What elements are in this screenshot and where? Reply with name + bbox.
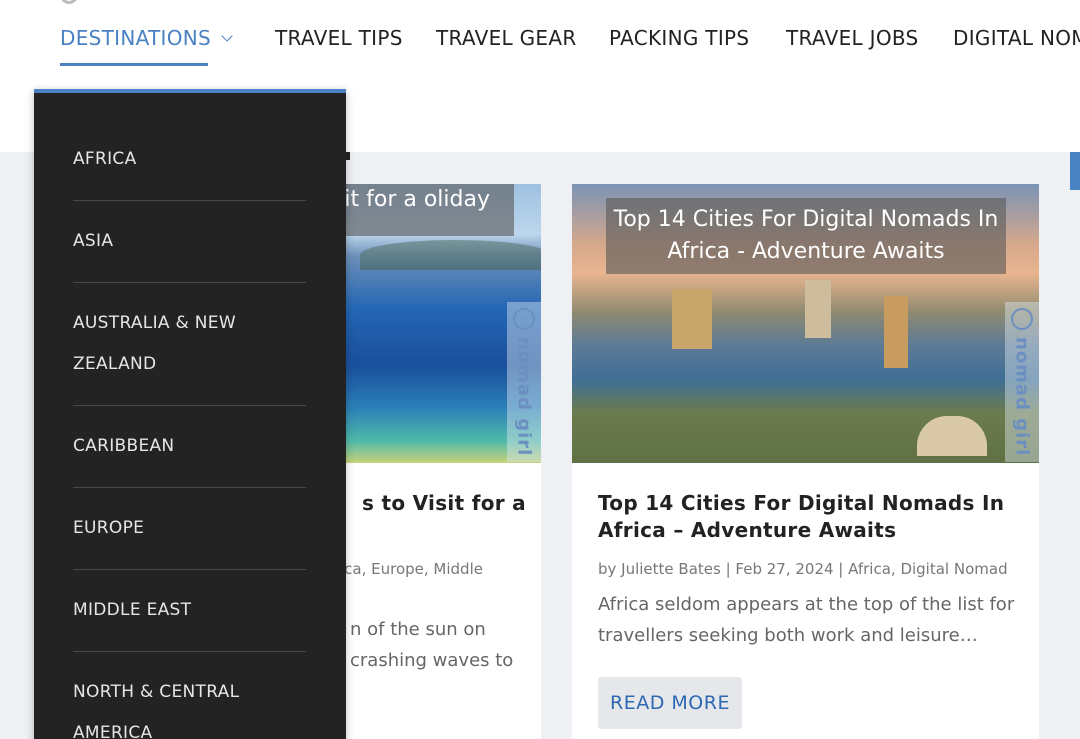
dropdown-item-caribbean[interactable]: CARIBBEAN <box>73 426 306 467</box>
nav-item-travel-jobs[interactable]: TRAVEL JOBS <box>786 24 919 52</box>
nav-item-destinations[interactable]: DESTINATIONS <box>60 24 233 52</box>
nav-item-packing-tips[interactable]: PACKING TIPS <box>609 24 749 52</box>
building-shape <box>805 280 831 338</box>
chevron-down-icon <box>221 30 233 42</box>
active-nav-underline <box>60 63 208 66</box>
dropdown-item-europe[interactable]: EUROPE <box>73 508 306 549</box>
dropdown-item-africa[interactable]: AFRICA <box>73 139 306 180</box>
watermark-text: nomad girl <box>1011 337 1033 457</box>
post-meta: by Juliette Bates | Feb 27, 2024 | Afric… <box>598 560 1008 578</box>
building-shape <box>917 416 987 456</box>
dropdown-item-asia[interactable]: ASIA <box>73 221 306 262</box>
building-shape <box>884 296 908 368</box>
nav-item-label: DESTINATIONS <box>60 26 212 50</box>
nav-item-travel-gear[interactable]: TRAVEL GEAR <box>436 24 577 52</box>
post-meta: ica, Europe, Middle <box>340 560 483 578</box>
post-title[interactable]: s to Visit for a <box>362 490 532 517</box>
distant-hills-shape <box>360 240 541 270</box>
building-shape <box>672 289 712 349</box>
watermark: nomad girl <box>507 302 541 462</box>
dropdown-item-north-central-america[interactable]: NORTH & CENTRAL AMERICA <box>73 672 306 739</box>
post-title[interactable]: Top 14 Cities For Digital Nomads In Afri… <box>598 490 1018 544</box>
post-thumbnail[interactable]: Top 14 Cities For Digital Nomads In Afri… <box>572 184 1039 463</box>
image-banner-text: Top 14 Cities For Digital Nomads In Afri… <box>606 198 1006 274</box>
sidebar-accent-stripe <box>1070 152 1080 190</box>
globe-icon <box>513 308 535 330</box>
post-excerpt: Africa seldom appears at the top of the … <box>598 594 1015 646</box>
divider <box>73 200 306 201</box>
nav-item-digital-nomad[interactable]: DIGITAL NOM <box>953 24 1080 52</box>
divider <box>73 282 306 283</box>
post-card: Top 14 Cities For Digital Nomads In Afri… <box>572 184 1039 739</box>
divider <box>73 405 306 406</box>
dropdown-item-middle-east[interactable]: MIDDLE EAST <box>73 590 306 631</box>
destinations-dropdown: AFRICA ASIA AUSTRALIA & NEW ZEALAND CARI… <box>34 89 346 739</box>
watermark: nomad girl <box>1005 302 1039 462</box>
read-more-button[interactable]: READ MORE <box>598 677 742 729</box>
nav-item-travel-tips[interactable]: TRAVEL TIPS <box>275 24 403 52</box>
dropdown-item-australia-new-zealand[interactable]: AUSTRALIA & NEW ZEALAND <box>73 303 306 385</box>
logo-fragment <box>60 0 78 4</box>
globe-icon <box>1011 308 1033 330</box>
divider <box>73 569 306 570</box>
divider <box>73 487 306 488</box>
post-excerpt: n of the sun on crashing waves to <box>350 619 514 671</box>
divider <box>73 651 306 652</box>
watermark-text: nomad girl <box>513 337 535 457</box>
